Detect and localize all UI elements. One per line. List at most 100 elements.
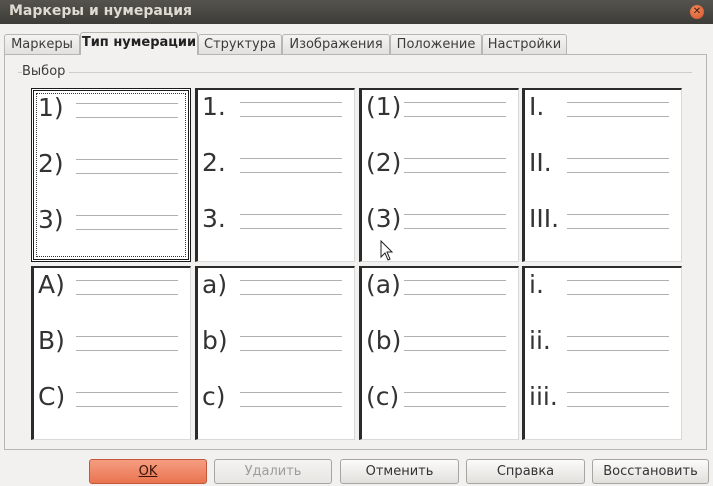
numbering-preview-row: (1) (366, 92, 516, 132)
text-placeholder-line (404, 280, 506, 281)
text-placeholder-line (404, 406, 506, 407)
text-placeholder-line (404, 350, 506, 351)
numbering-preview-row: A) (38, 270, 188, 310)
numbering-preview-row: (c) (366, 382, 516, 422)
text-placeholder-line (567, 350, 669, 351)
numbering-label: iii. (529, 382, 558, 411)
numbering-style-option[interactable]: I. II. III. (522, 88, 682, 262)
numbering-preview-row: b) (202, 326, 352, 366)
tab-settings[interactable]: Настройки (482, 34, 567, 54)
numbering-label: 1. (202, 92, 226, 121)
numbering-preview-row: C) (38, 382, 188, 422)
text-placeholder-line (240, 228, 342, 229)
cancel-button[interactable]: Отменить (340, 459, 459, 484)
text-placeholder-line (240, 406, 342, 407)
text-placeholder-line (76, 103, 178, 104)
numbering-preview-row: 3) (38, 205, 188, 245)
numbering-preview-row: 3. (202, 204, 352, 244)
ok-button-label: OK (138, 464, 158, 479)
text-placeholder-line (240, 392, 342, 393)
reset-button[interactable]: Восстановить (592, 459, 709, 484)
text-placeholder-line (567, 228, 669, 229)
numbering-label: i. (529, 270, 544, 299)
title-bar: Маркеры и нумерация ✕ (0, 0, 713, 24)
text-placeholder-line (567, 214, 669, 215)
text-placeholder-line (76, 350, 178, 351)
text-placeholder-line (404, 102, 506, 103)
close-icon[interactable]: ✕ (690, 5, 704, 19)
numbering-label: 3. (202, 204, 226, 233)
numbering-label: b) (202, 326, 228, 355)
text-placeholder-line (76, 159, 178, 160)
text-placeholder-line (567, 294, 669, 295)
text-placeholder-line (404, 228, 506, 229)
text-placeholder-line (240, 280, 342, 281)
numbering-style-option[interactable]: a) b) c) (195, 266, 355, 440)
numbering-preview-row: B) (38, 326, 188, 366)
numbering-label: 2. (202, 148, 226, 177)
numbering-style-option[interactable]: i. ii. iii. (522, 266, 682, 440)
text-placeholder-line (567, 116, 669, 117)
text-placeholder-line (404, 116, 506, 117)
numbering-preview-row: (b) (366, 326, 516, 366)
text-placeholder-line (567, 102, 669, 103)
text-placeholder-line (76, 229, 178, 230)
text-placeholder-line (76, 294, 178, 295)
text-placeholder-line (240, 336, 342, 337)
numbering-style-option[interactable]: (a) (b) (c) (359, 266, 519, 440)
text-placeholder-line (76, 406, 178, 407)
help-button[interactable]: Справка (466, 459, 585, 484)
text-placeholder-line (240, 172, 342, 173)
numbering-label: A) (38, 270, 65, 299)
numbering-preview-row: I. (529, 92, 679, 132)
ok-button[interactable]: OK (89, 459, 207, 484)
numbering-label: (b) (366, 326, 402, 355)
numbering-preview-row: iii. (529, 382, 679, 422)
text-placeholder-line (240, 350, 342, 351)
tab-position[interactable]: Положение (390, 34, 482, 54)
numbering-preview-row: (2) (366, 148, 516, 188)
text-placeholder-line (76, 117, 178, 118)
numbering-style-grid: 1) 2) 3) 1. 2. 3. (1) (2) (3) I. II. III. A) B) C) a) b)… (31, 88, 683, 440)
text-placeholder-line (76, 173, 178, 174)
numbering-label: B) (38, 326, 65, 355)
numbering-label: 2) (38, 149, 64, 178)
text-placeholder-line (404, 294, 506, 295)
numbering-preview-row: III. (529, 204, 679, 244)
window-title: Маркеры и нумерация (9, 3, 193, 19)
tab-numbering-type[interactable]: Тип нумерации (80, 32, 198, 55)
delete-button[interactable]: Удалить (214, 459, 332, 484)
text-placeholder-line (404, 214, 506, 215)
numbering-label: a) (202, 270, 228, 299)
numbering-style-option[interactable]: 1) 2) 3) (31, 88, 191, 262)
numbering-label: 3) (38, 205, 64, 234)
text-placeholder-line (240, 158, 342, 159)
selection-group-label: Выбор (22, 64, 70, 79)
numbering-preview-row: 1) (38, 93, 188, 133)
text-placeholder-line (567, 392, 669, 393)
text-placeholder-line (240, 116, 342, 117)
text-placeholder-line (404, 158, 506, 159)
numbering-style-option[interactable]: (1) (2) (3) (359, 88, 519, 262)
numbering-label: ii. (529, 326, 551, 355)
numbering-style-option[interactable]: 1. 2. 3. (195, 88, 355, 262)
numbering-preview-row: c) (202, 382, 352, 422)
numbering-label: C) (38, 382, 66, 411)
numbering-label: c) (202, 382, 226, 411)
numbering-preview-row: II. (529, 148, 679, 188)
tab-markers[interactable]: Маркеры (4, 34, 80, 54)
text-placeholder-line (76, 280, 178, 281)
tab-structure[interactable]: Структура (198, 34, 282, 54)
mouse-cursor-icon (380, 240, 394, 261)
tab-images[interactable]: Изображения (282, 34, 390, 54)
numbering-preview-row: a) (202, 270, 352, 310)
text-placeholder-line (567, 158, 669, 159)
text-placeholder-line (567, 336, 669, 337)
text-placeholder-line (567, 280, 669, 281)
numbering-style-option[interactable]: A) B) C) (31, 266, 191, 440)
text-placeholder-line (240, 294, 342, 295)
text-placeholder-line (240, 102, 342, 103)
text-placeholder-line (76, 392, 178, 393)
group-divider (18, 72, 692, 73)
numbering-label: (2) (366, 148, 402, 177)
